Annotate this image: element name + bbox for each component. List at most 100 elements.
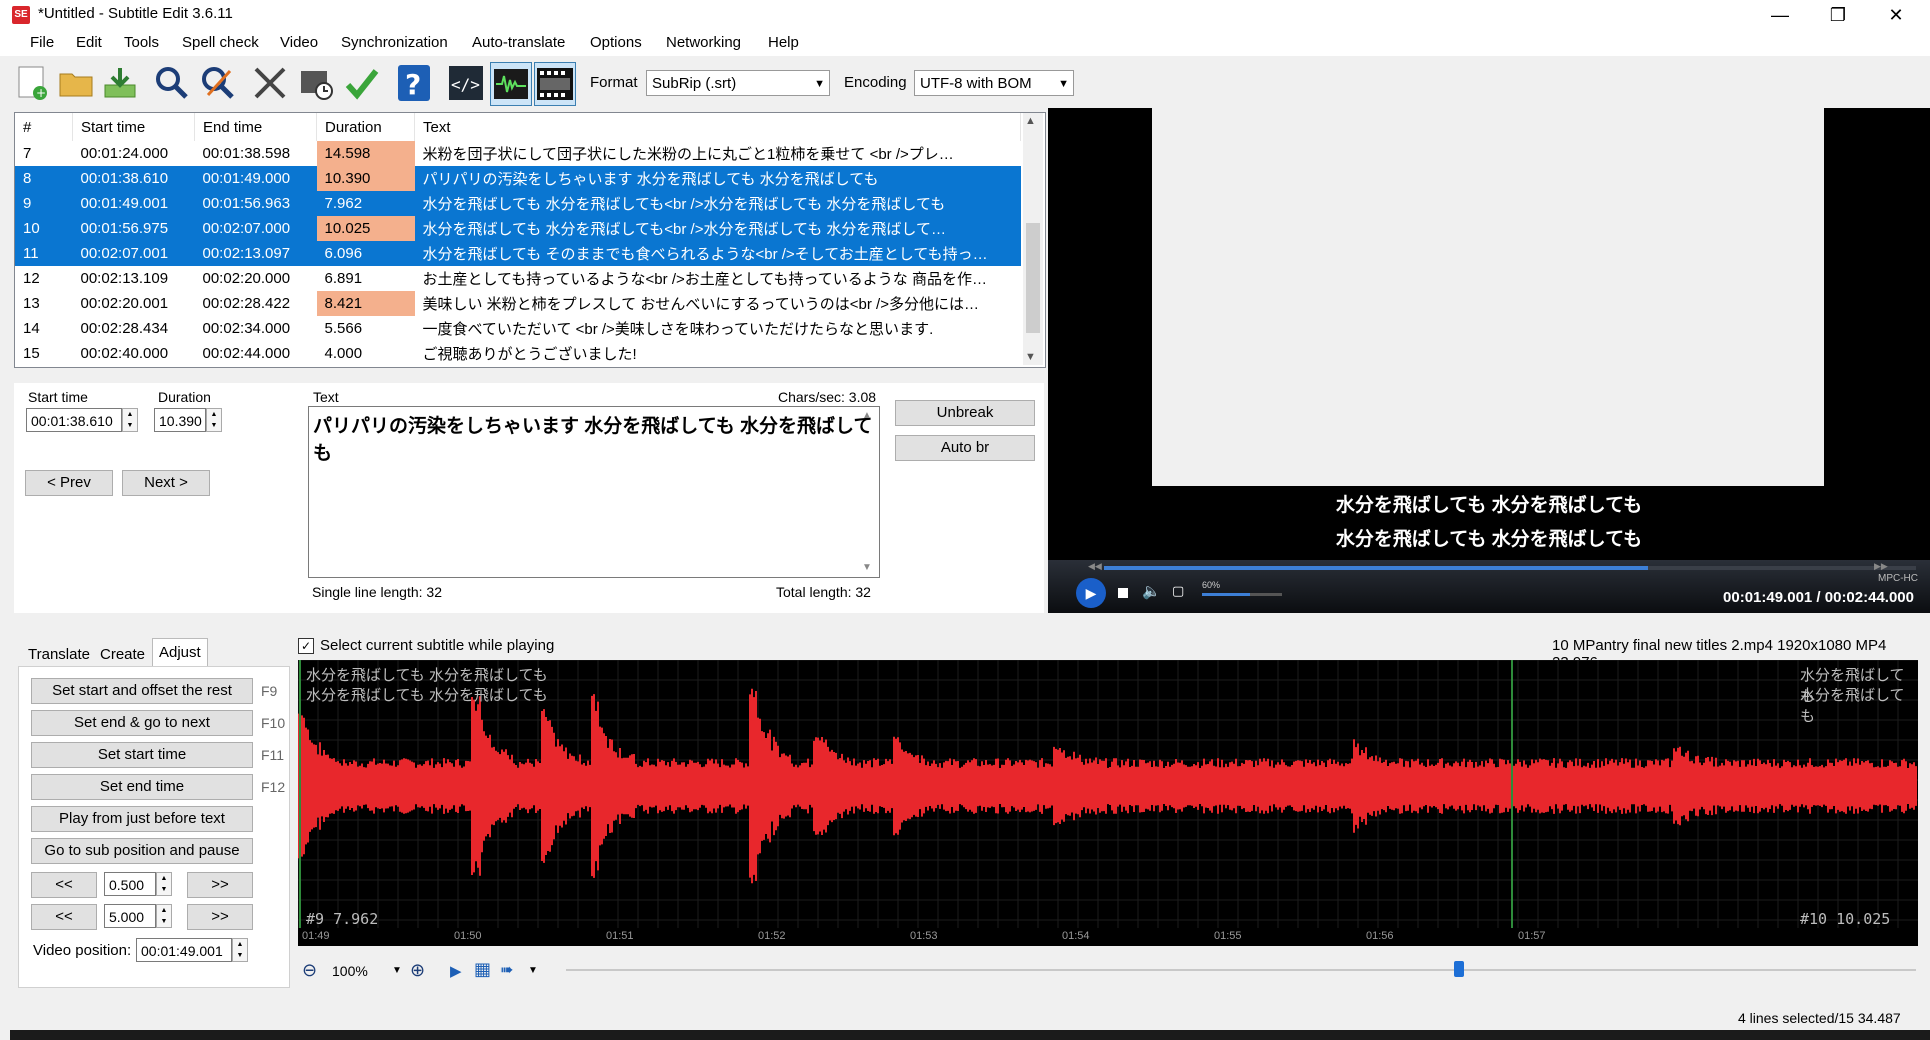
video-position-stepper[interactable]: ▲ ▼	[232, 938, 248, 962]
waveform-position-slider[interactable]	[566, 961, 1916, 977]
menu-help[interactable]: Help	[768, 34, 799, 51]
slider-thumb[interactable]	[1454, 961, 1464, 977]
back-large-button[interactable]: <<	[31, 904, 97, 930]
encoding-select[interactable]: UTF-8 with BOM ▼	[914, 70, 1074, 96]
video-icon[interactable]	[534, 62, 576, 106]
column-start-time[interactable]: Start time	[72, 113, 195, 141]
find-icon[interactable]	[152, 62, 192, 104]
zoom-out-icon[interactable]: ⊖	[302, 960, 317, 981]
large-step-stepper[interactable]: ▲ ▼	[156, 904, 172, 928]
start-time-field[interactable]: 00:01:38.610	[26, 408, 122, 432]
menu-spell-check[interactable]: Spell check	[182, 34, 259, 51]
table-row[interactable]: 8 00:01:38.610 00:01:49.000 10.390 パリパリの汚染をし…	[15, 166, 1021, 191]
volume-slider[interactable]	[1202, 593, 1282, 596]
chevron-down-icon[interactable]: ▼	[392, 965, 402, 976]
table-row[interactable]: 11 00:02:07.001 00:02:13.097 6.096 水分を飛ばしても …	[15, 241, 1021, 266]
table-row[interactable]: 12 00:02:13.109 00:02:20.000 6.891 お土産としても持っ…	[15, 266, 1021, 291]
scroll-up-icon[interactable]: ▲	[1025, 115, 1036, 127]
set-start-offset-button[interactable]: Set start and offset the rest	[31, 678, 253, 704]
grid-scrollbar[interactable]: ▲ ▼	[1023, 113, 1043, 365]
menu-bar: File Edit Tools Spell check Video Synchr…	[0, 30, 1930, 56]
video-seek-bar[interactable]	[1104, 566, 1916, 570]
open-folder-icon[interactable]	[56, 62, 96, 104]
restore-icon[interactable]: ❐	[1810, 0, 1866, 30]
table-row[interactable]: 7 00:01:24.000 00:01:38.598 14.598 米粉を団子状にして…	[15, 141, 1021, 166]
prev-button[interactable]: < Prev	[25, 470, 113, 496]
tab-translate[interactable]: Translate	[22, 642, 96, 668]
scroll-down-icon[interactable]: ▼	[862, 562, 872, 573]
tab-create[interactable]: Create	[94, 642, 152, 668]
video-position-field[interactable]: 00:01:49.001	[136, 938, 232, 962]
set-start-time-button[interactable]: Set start time	[31, 742, 253, 768]
table-row[interactable]: 13 00:02:20.001 00:02:28.422 8.421 美味しい 米粉と柿…	[15, 291, 1021, 316]
zoom-value[interactable]: 100%	[332, 963, 368, 979]
subtitle-text-editor[interactable]: パリパリの汚染をしちゃいます 水分を飛ばしても 水分を飛ばしても	[308, 406, 880, 578]
spell-check-icon[interactable]	[342, 62, 382, 104]
set-end-next-button[interactable]: Set end & go to next	[31, 710, 253, 736]
forward-large-button[interactable]: >>	[187, 904, 253, 930]
auto-br-button[interactable]: Auto br	[895, 435, 1035, 461]
back-small-button[interactable]: <<	[31, 872, 97, 898]
spectrogram-icon[interactable]: ▦	[474, 959, 491, 980]
chevron-down-icon[interactable]: ▼	[528, 965, 538, 976]
zoom-in-icon[interactable]: ⊕	[410, 960, 425, 981]
fix-errors-icon[interactable]	[250, 62, 290, 104]
play-before-text-button[interactable]: Play from just before text	[31, 806, 253, 832]
scroll-thumb[interactable]	[1026, 223, 1040, 333]
large-step-field[interactable]: 5.000	[104, 904, 156, 928]
menu-synchronization[interactable]: Synchronization	[341, 34, 448, 51]
minimize-icon[interactable]: —	[1752, 0, 1808, 30]
column-duration[interactable]: Duration	[316, 113, 415, 141]
waveform-marker-9: #9 7.962	[306, 910, 379, 928]
source-view-icon[interactable]: </>	[446, 62, 486, 104]
close-icon[interactable]: ✕	[1868, 0, 1924, 30]
scroll-up-icon[interactable]: ▲	[862, 410, 872, 421]
stop-icon[interactable]	[1118, 588, 1128, 598]
small-step-stepper[interactable]: ▲ ▼	[156, 872, 172, 896]
small-step-field[interactable]: 0.500	[104, 872, 156, 896]
menu-video[interactable]: Video	[280, 34, 318, 51]
select-current-checkbox[interactable]: ✓	[298, 638, 314, 654]
duration-stepper[interactable]: ▲ ▼	[206, 408, 222, 432]
menu-options[interactable]: Options	[590, 34, 642, 51]
scroll-down-icon[interactable]: ▼	[1025, 351, 1036, 363]
column-number[interactable]: #	[15, 113, 73, 141]
menu-file[interactable]: File	[30, 34, 54, 51]
play-waveform-icon[interactable]: ▶	[450, 962, 462, 980]
menu-edit[interactable]: Edit	[76, 34, 102, 51]
new-file-icon[interactable]: +	[12, 62, 52, 104]
table-row[interactable]: 10 00:01:56.975 00:02:07.000 10.025 水分を飛ばしても…	[15, 216, 1021, 241]
seek-back-icon[interactable]: ◀◀	[1088, 561, 1102, 572]
cell-end-time: 00:02:28.422	[202, 295, 291, 312]
table-row[interactable]: 15 00:02:40.000 00:02:44.000 4.000 ご視聴ありがとうご…	[15, 341, 1021, 366]
waveform-icon[interactable]	[490, 62, 532, 106]
menu-networking[interactable]: Networking	[666, 34, 741, 51]
seek-forward-icon[interactable]: ▶▶	[1874, 561, 1888, 572]
format-select[interactable]: SubRip (.srt) ▼	[646, 70, 830, 96]
menu-tools[interactable]: Tools	[124, 34, 159, 51]
start-time-stepper[interactable]: ▲ ▼	[122, 408, 138, 432]
table-row[interactable]: 14 00:02:28.434 00:02:34.000 5.566 一度食べていただい…	[15, 316, 1021, 341]
help-icon[interactable]: ?	[394, 62, 434, 104]
forward-small-button[interactable]: >>	[187, 872, 253, 898]
next-subtitle-icon[interactable]: ➠	[500, 960, 513, 980]
next-button[interactable]: Next >	[122, 470, 210, 496]
cell-duration: 7.962	[316, 191, 415, 216]
download-icon[interactable]	[100, 62, 140, 104]
tab-adjust[interactable]: Adjust	[152, 638, 208, 667]
menu-auto-translate[interactable]: Auto-translate	[472, 34, 565, 51]
unbreak-button[interactable]: Unbreak	[895, 400, 1035, 426]
volume-icon[interactable]: 🔈	[1142, 582, 1161, 600]
table-row[interactable]: 9 00:01:49.001 00:01:56.963 7.962 水分を飛ばしても 水…	[15, 191, 1021, 216]
play-icon[interactable]: ▶	[1076, 578, 1106, 608]
duration-field[interactable]: 10.390	[154, 408, 206, 432]
go-to-sub-position-button[interactable]: Go to sub position and pause	[31, 838, 253, 864]
visual-sync-icon[interactable]	[296, 62, 336, 104]
fullscreen-icon[interactable]: ▢	[1172, 583, 1184, 599]
column-text[interactable]: Text	[414, 113, 1021, 141]
subtitle-grid[interactable]: # Start time End time Duration Text 7 00:…	[14, 112, 1046, 368]
set-end-time-button[interactable]: Set end time	[31, 774, 253, 800]
replace-icon[interactable]	[198, 62, 238, 104]
column-end-time[interactable]: End time	[194, 113, 317, 141]
waveform-panel[interactable]: 水分を飛ばしても 水分を飛ばしても 水分を飛ばしても 水分を飛ばしても 水分を飛…	[298, 660, 1918, 946]
